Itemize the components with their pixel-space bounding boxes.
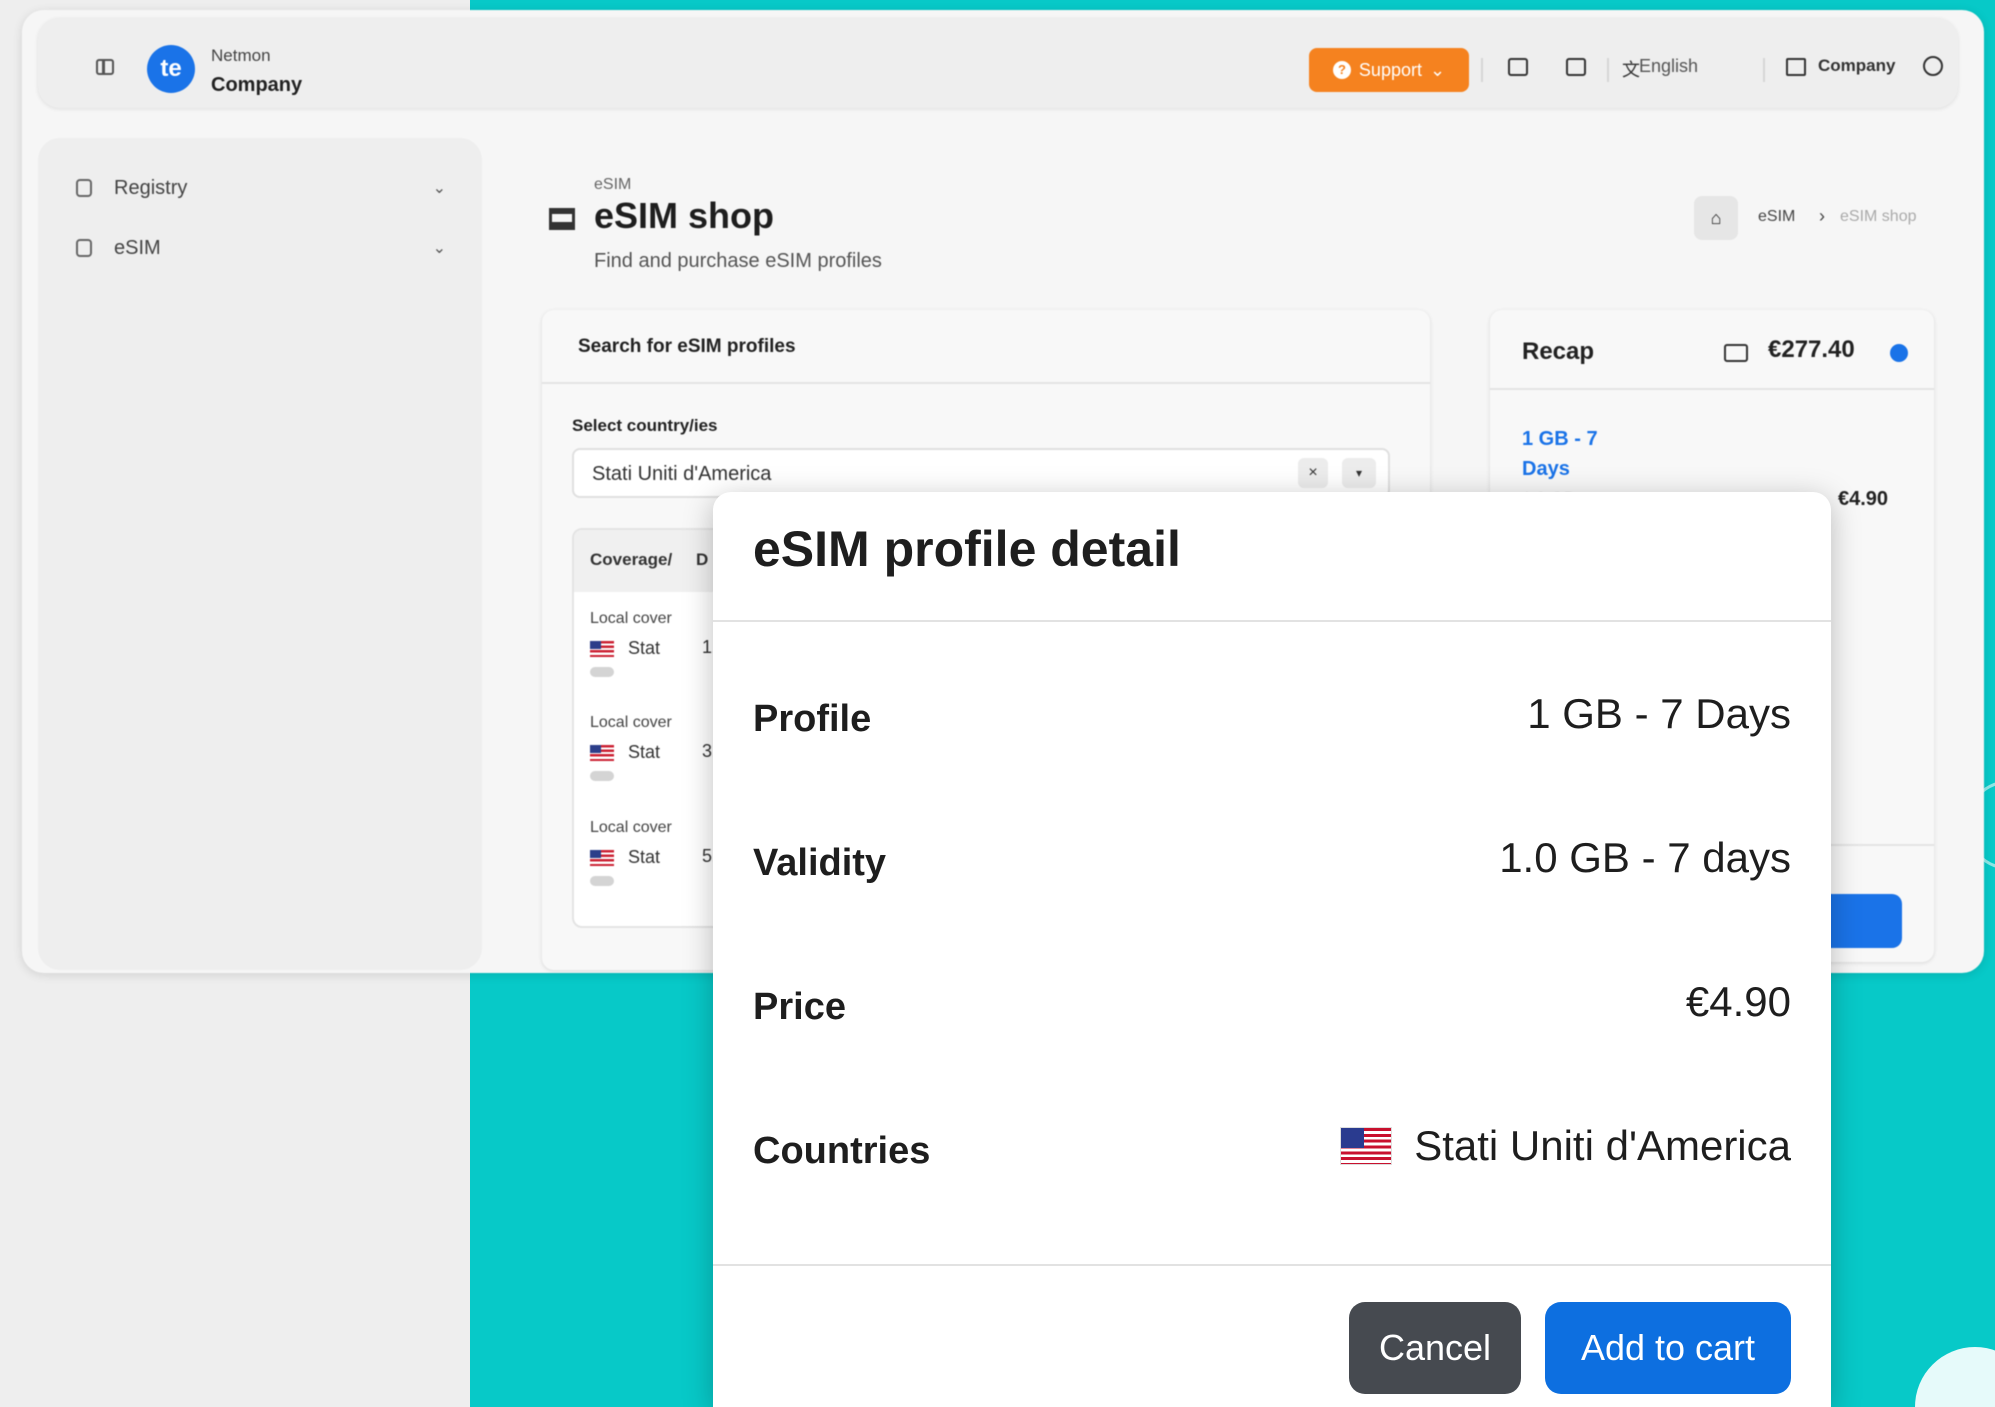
sidebar-item-label: eSIM	[114, 236, 161, 259]
cancel-button[interactable]: Cancel	[1349, 1302, 1521, 1394]
company-logo: te	[147, 45, 195, 93]
database-icon	[76, 179, 92, 197]
page-subtitle: Find and purchase eSIM profiles	[594, 250, 882, 272]
detail-row-profile: Profile 1 GB - 7 Days	[753, 690, 1791, 750]
sim-card-icon	[76, 239, 92, 257]
building-icon	[1786, 58, 1806, 76]
store-icon	[549, 208, 575, 230]
sidebar: Registry ⌄ eSIM ⌄	[38, 138, 482, 970]
row-country: Stat	[628, 847, 661, 867]
detail-label: Countries	[753, 1130, 931, 1172]
recap-total: €277.40	[1768, 336, 1855, 363]
recap-item-price: €4.90	[1838, 488, 1889, 510]
chevron-right-icon: ›	[1819, 206, 1825, 226]
id-card-icon[interactable]	[1566, 58, 1586, 76]
info-icon[interactable]	[1890, 344, 1908, 362]
row-country: Stat	[628, 638, 661, 658]
detail-label: Validity	[753, 842, 887, 884]
decorative-blob	[1915, 1347, 1995, 1407]
page-section: eSIM	[594, 176, 632, 193]
table-row[interactable]: Local cover Stat	[590, 610, 672, 677]
table-row[interactable]: Local cover Stat	[590, 714, 672, 781]
profile-detail-modal: eSIM profile detail Profile 1 GB - 7 Day…	[713, 492, 1831, 1407]
support-label: Support	[1358, 59, 1422, 80]
us-flag-icon	[590, 640, 614, 657]
translate-icon: 文	[1622, 60, 1640, 80]
support-button[interactable]: ? Support ⌄	[1309, 48, 1469, 92]
modal-title: eSIM profile detail	[753, 521, 1181, 577]
table-row[interactable]: Local cover Stat	[590, 819, 672, 886]
modal-footer-divider	[713, 1264, 1831, 1266]
inbox-icon[interactable]	[1508, 58, 1528, 76]
row-coverage: Local cover	[590, 714, 672, 731]
detail-label: Price	[753, 986, 846, 1028]
recap-title: Recap	[1522, 338, 1595, 365]
add-to-cart-button[interactable]: Add to cart	[1545, 1302, 1791, 1394]
brand-company: Company	[211, 74, 303, 96]
recap-item-title: 1 GB - 7 Days	[1522, 428, 1598, 480]
help-icon: ?	[1332, 61, 1351, 79]
chevron-down-icon: ⌄	[432, 180, 446, 197]
detail-value-text: Stati Uniti d'America	[1414, 1122, 1791, 1169]
clear-icon[interactable]: ×	[1298, 458, 1328, 488]
modal-header: eSIM profile detail	[713, 492, 1831, 622]
us-flag-icon	[1340, 1127, 1393, 1165]
chevron-down-icon: ⌄	[1429, 59, 1446, 80]
page-title: eSIM shop	[594, 195, 775, 236]
sidebar-item-label: Registry	[114, 176, 188, 199]
top-bar: te Netmon Company ? Support ⌄ 文 English …	[38, 18, 1958, 108]
tag-pill	[590, 876, 614, 886]
us-flag-icon	[590, 744, 614, 761]
detail-value: Stati Uniti d'America	[1340, 1122, 1791, 1170]
tag-pill	[590, 771, 614, 781]
country-select-value: Stati Uniti d'America	[592, 463, 772, 485]
detail-value: €4.90	[1686, 978, 1791, 1026]
row-coverage: Local cover	[590, 610, 672, 627]
home-icon: ⌂	[1710, 208, 1722, 228]
tag-pill	[590, 667, 614, 677]
brand-name: Netmon	[211, 46, 271, 65]
column-data: D	[696, 550, 709, 569]
language-selector[interactable]: English	[1639, 56, 1698, 77]
sidebar-toggle-icon[interactable]	[96, 59, 114, 75]
detail-row-validity: Validity 1.0 GB - 7 days	[753, 834, 1791, 894]
dropdown-icon[interactable]: ▾	[1342, 458, 1376, 488]
country-label: Select country/ies	[572, 416, 718, 435]
detail-value-text: 1.0 GB - 7 days	[1499, 834, 1791, 881]
row-coverage: Local cover	[590, 819, 672, 836]
company-selector[interactable]: Company	[1818, 56, 1895, 76]
sidebar-item-esim[interactable]: eSIM ⌄	[76, 233, 446, 263]
divider	[1763, 58, 1765, 82]
detail-value: 1 GB - 7 Days	[1527, 690, 1791, 738]
chevron-down-icon: ⌄	[432, 240, 446, 257]
search-heading: Search for eSIM profiles	[542, 310, 1430, 384]
wallet-icon	[1724, 344, 1748, 362]
us-flag-icon	[590, 849, 614, 866]
user-icon[interactable]	[1923, 56, 1943, 76]
country-select[interactable]: Stati Uniti d'America × ▾	[572, 448, 1390, 498]
detail-row-price: Price €4.90	[753, 978, 1791, 1038]
sidebar-item-registry[interactable]: Registry ⌄	[76, 173, 446, 203]
home-button[interactable]: ⌂	[1694, 196, 1738, 240]
breadcrumb-esim[interactable]: eSIM	[1758, 208, 1795, 226]
detail-row-countries: Countries Stati Uniti d'America	[753, 1122, 1791, 1182]
breadcrumb-current: eSIM shop	[1840, 208, 1917, 225]
detail-value-text: 1 GB - 7 Days	[1527, 690, 1791, 737]
detail-value-text: €4.90	[1685, 978, 1791, 1025]
row-country: Stat	[628, 742, 661, 762]
divider	[1481, 58, 1483, 82]
divider	[1607, 58, 1609, 82]
column-coverage: Coverage/	[590, 550, 673, 569]
detail-label: Profile	[753, 698, 872, 740]
detail-value: 1.0 GB - 7 days	[1499, 834, 1791, 882]
